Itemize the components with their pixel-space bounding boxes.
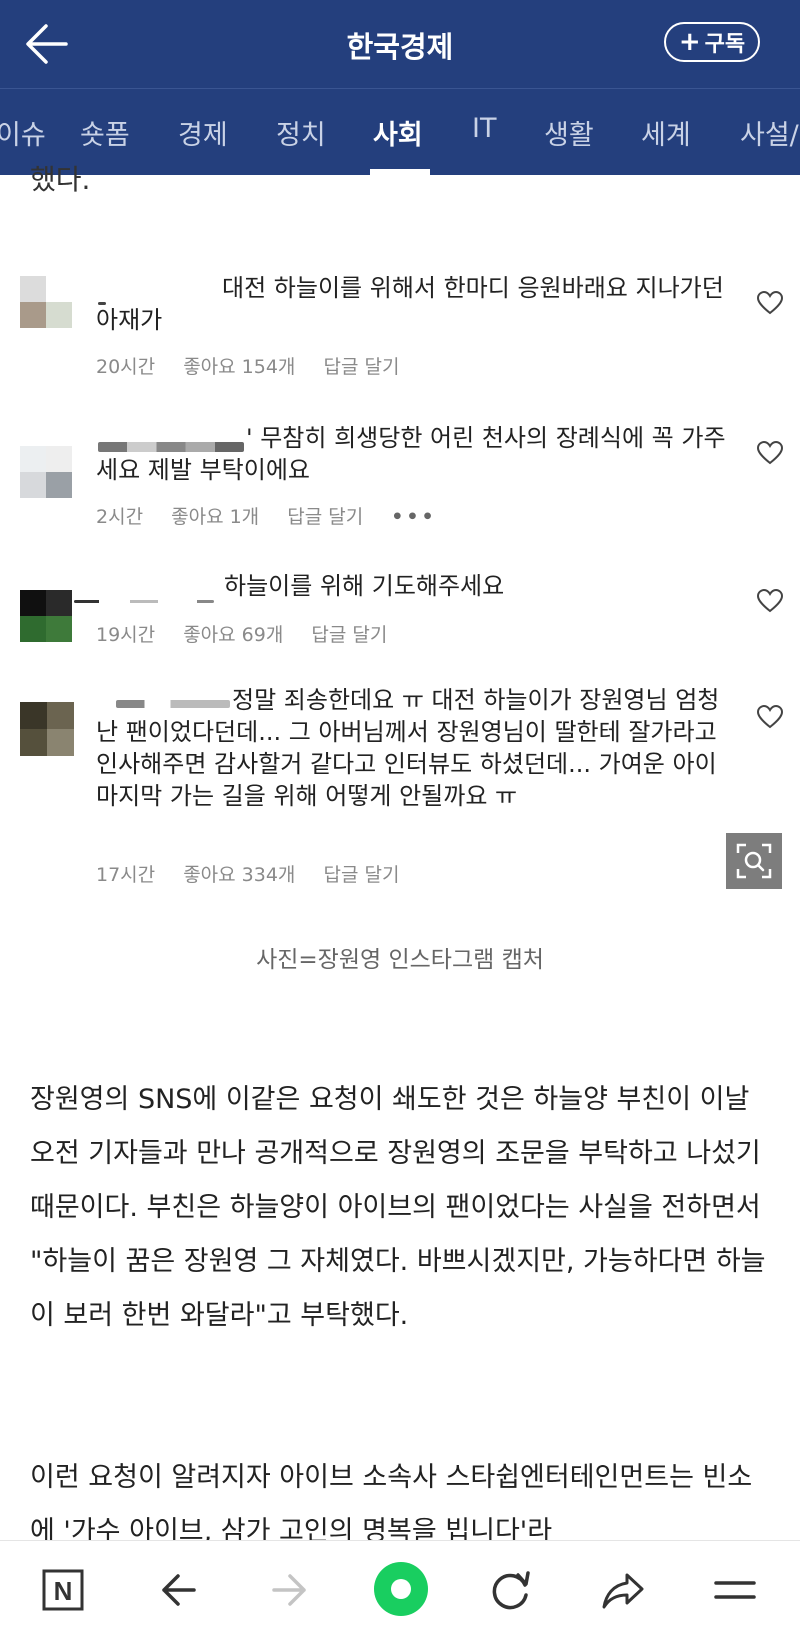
avatar-pixel	[46, 446, 72, 472]
avatar	[20, 702, 74, 756]
tab-shortform[interactable]: 숏폼	[80, 113, 130, 152]
forward-arrow-icon[interactable]	[262, 1563, 316, 1617]
avatar-pixel	[20, 702, 47, 729]
subscribe-label: 구독	[704, 32, 746, 57]
menu-icon[interactable]	[708, 1563, 762, 1617]
naver-n-label: N	[54, 1576, 73, 1606]
tab-economy[interactable]: 경제	[178, 113, 228, 152]
comment-time: 20시간	[96, 356, 156, 378]
article-text-fragment: 했다.	[30, 163, 91, 196]
avatar-pixel	[46, 616, 72, 642]
avatar-pixel	[20, 446, 46, 472]
comment-meta: 19시간 좋아요 69개 답글 달기	[96, 620, 409, 647]
avatar	[20, 590, 72, 642]
avatar-pixel	[20, 616, 46, 642]
back-arrow-icon[interactable]	[152, 1563, 206, 1617]
image-caption: 사진=장원영 인스타그램 캡처	[256, 947, 544, 973]
comment-likes: 좋아요 1개	[171, 506, 260, 528]
comment-text: 정말 죄송한데요 ㅠ 대전 하늘이가 장원영님 엄청난 팬이었다던데... 그 …	[96, 686, 720, 810]
heart-icon[interactable]	[756, 704, 784, 730]
comment-meta: 17시간 좋아요 334개 답글 달기	[96, 860, 421, 887]
comment-text: ' 무참히 희생당한 어린 천사의 장례식에 꼭 가주세요 제발 부탁이에요	[96, 424, 726, 484]
avatar-pixel	[46, 276, 72, 302]
reply-link[interactable]: 답글 달기	[311, 624, 387, 646]
refresh-icon[interactable]	[484, 1563, 538, 1617]
avatar-pixel	[47, 702, 74, 729]
reply-link[interactable]: 답글 달기	[323, 864, 399, 886]
active-tab-indicator	[370, 169, 430, 175]
reply-link[interactable]: 답글 달기	[287, 506, 363, 528]
tab-editorial[interactable]: 사설/	[740, 113, 799, 152]
comment-meta: 2시간 좋아요 1개 답글 달기 •••	[96, 502, 459, 529]
avatar-pixel	[20, 276, 46, 302]
heart-icon[interactable]	[756, 588, 784, 614]
comment-time: 19시간	[96, 624, 156, 646]
tab-life[interactable]: 생활	[544, 113, 594, 152]
avatar-pixel	[46, 472, 72, 498]
avatar	[20, 276, 72, 328]
avatar	[20, 446, 72, 498]
tab-society[interactable]: 사회	[373, 113, 423, 152]
avatar-pixel	[20, 729, 47, 756]
comment-likes: 좋아요 334개	[183, 864, 296, 886]
browser-bottom-bar: N	[0, 1540, 800, 1638]
comment-text: 하늘이를 위해 기도해주세요	[224, 572, 505, 600]
tab-issue[interactable]: 이슈	[0, 113, 46, 152]
plus-icon: +	[678, 27, 701, 57]
comment-time: 17시간	[96, 864, 156, 886]
image-zoom-button[interactable]	[726, 833, 782, 889]
comment-likes: 좋아요 154개	[183, 356, 296, 378]
avatar-pixel	[20, 302, 46, 328]
comment-text: 대전 하늘이를 위해서 한마디 응원바래요 지나가던 아재가	[96, 274, 724, 334]
reply-link[interactable]: 답글 달기	[323, 356, 399, 378]
tab-politics[interactable]: 정치	[276, 113, 326, 152]
avatar-pixel	[46, 590, 72, 616]
heart-icon[interactable]	[756, 290, 784, 316]
comment-time: 2시간	[96, 506, 144, 528]
avatar-pixel	[20, 590, 46, 616]
top-app-bar: 한국경제 + 구독	[0, 0, 800, 88]
avatar-pixel	[47, 729, 74, 756]
naver-n-icon[interactable]: N	[36, 1563, 90, 1617]
more-options-icon[interactable]: •••	[391, 506, 436, 528]
comment-likes: 좋아요 69개	[183, 624, 284, 646]
heart-icon[interactable]	[756, 440, 784, 466]
category-tabs: 이슈 숏폼 경제 정치 사회 IT 생활 세계 사설/	[0, 89, 800, 175]
avatar-pixel	[46, 302, 72, 328]
subscribe-button[interactable]: + 구독	[664, 22, 760, 62]
zoom-icon	[736, 843, 772, 879]
share-icon[interactable]	[596, 1563, 650, 1617]
green-dot-icon[interactable]	[373, 1561, 429, 1617]
article-paragraph: 장원영의 SNS에 이같은 요청이 쇄도한 것은 하늘양 부친이 이날 오전 기…	[30, 1084, 766, 1331]
tab-world[interactable]: 세계	[641, 113, 691, 152]
avatar-pixel	[20, 472, 46, 498]
tab-it[interactable]: IT	[472, 113, 496, 144]
comment-meta: 20시간 좋아요 154개 답글 달기	[96, 352, 421, 379]
